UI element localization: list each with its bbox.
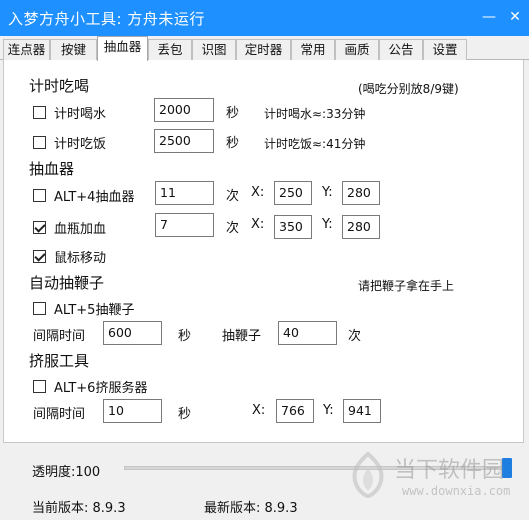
eat-seconds-input[interactable]: 2500 bbox=[154, 129, 214, 153]
eat-drink-hint: (喝吃分别放8/9键) bbox=[358, 82, 459, 96]
tab-keys[interactable]: 按键 bbox=[50, 39, 97, 60]
drink-info: 计时喝水≈:33分钟 bbox=[264, 107, 366, 121]
latest-version: 最新版本: 8.9.3 bbox=[204, 501, 298, 516]
mouse-move-checkbox[interactable]: 鼠标移动 bbox=[33, 247, 106, 266]
tab-announcement[interactable]: 公告 bbox=[379, 39, 423, 60]
bottle-count-unit: 次 bbox=[226, 221, 240, 236]
alt4-checkbox[interactable]: ALT+4抽血器 bbox=[33, 186, 134, 205]
squeeze-interval-unit: 秒 bbox=[178, 407, 192, 422]
watermark-text: 当下软件园 bbox=[394, 458, 505, 483]
alt4-y-label: Y: bbox=[322, 185, 333, 200]
minimize-icon[interactable]: — bbox=[478, 6, 500, 28]
squeeze-interval-input[interactable]: 10 bbox=[103, 399, 162, 423]
whip-interval-input[interactable]: 600 bbox=[103, 321, 162, 345]
title-bar: 入梦方舟小工具: 方舟未运行 — ✕ bbox=[0, 0, 529, 36]
alt5-label: ALT+5抽鞭子 bbox=[54, 303, 135, 318]
current-version: 当前版本: 8.9.3 bbox=[32, 501, 126, 516]
opacity-label: 透明度:100 bbox=[32, 465, 101, 480]
alt4-checkbox-box[interactable] bbox=[33, 189, 46, 202]
eat-drink-heading: 计时吃喝 bbox=[29, 77, 90, 95]
tab-timer[interactable]: 定时器 bbox=[236, 39, 291, 60]
bottle-x-label: X: bbox=[251, 217, 265, 232]
site-watermark: 当下软件园 www.downxia.com bbox=[346, 450, 526, 506]
bottle-checkbox[interactable]: 血瓶加血 bbox=[33, 218, 106, 237]
close-icon[interactable]: ✕ bbox=[504, 6, 526, 28]
whip-interval-unit: 秒 bbox=[178, 329, 192, 344]
bottle-y-label: Y: bbox=[322, 217, 333, 232]
bottle-checkbox-box[interactable] bbox=[33, 221, 46, 234]
squeeze-x-input[interactable]: 766 bbox=[276, 399, 314, 423]
bottle-y-input[interactable]: 280 bbox=[342, 215, 380, 239]
bottle-count-input[interactable]: 7 bbox=[155, 213, 214, 237]
tab-blood-drawer[interactable]: 抽血器 bbox=[97, 36, 148, 61]
whip-hint: 请把鞭子拿在手上 bbox=[358, 279, 455, 293]
drink-unit: 秒 bbox=[226, 106, 240, 121]
alt4-y-input[interactable]: 280 bbox=[342, 181, 380, 205]
tab-bar: 连点器 按键 抽血器 丢包 识图 定时器 常用 画质 公告 设置 bbox=[0, 36, 529, 61]
alt6-label: ALT+6挤服务器 bbox=[54, 381, 148, 396]
alt6-checkbox-box[interactable] bbox=[33, 380, 46, 393]
alt6-checkbox[interactable]: ALT+6挤服务器 bbox=[33, 377, 147, 396]
drink-checkbox[interactable]: 计时喝水 bbox=[33, 103, 106, 122]
alt4-count-unit: 次 bbox=[226, 189, 240, 204]
whip-count-input[interactable]: 40 bbox=[278, 321, 337, 345]
drink-label: 计时喝水 bbox=[54, 107, 107, 122]
alt5-checkbox[interactable]: ALT+5抽鞭子 bbox=[33, 299, 134, 318]
tab-graphics[interactable]: 画质 bbox=[335, 39, 379, 60]
window-title: 入梦方舟小工具: 方舟未运行 bbox=[8, 10, 205, 28]
whip-count-label: 抽鞭子 bbox=[222, 329, 262, 344]
bottle-label: 血瓶加血 bbox=[54, 222, 107, 237]
tab-image-recognition[interactable]: 识图 bbox=[192, 39, 236, 60]
eat-info: 计时吃饭≈:41分钟 bbox=[264, 137, 366, 151]
squeeze-y-input[interactable]: 941 bbox=[343, 399, 381, 423]
drink-seconds-input[interactable]: 2000 bbox=[154, 98, 214, 122]
eat-checkbox[interactable]: 计时吃饭 bbox=[33, 133, 106, 152]
eat-label: 计时吃饭 bbox=[54, 137, 107, 152]
eat-checkbox-box[interactable] bbox=[33, 136, 46, 149]
tab-settings[interactable]: 设置 bbox=[423, 39, 467, 60]
eat-unit: 秒 bbox=[226, 136, 240, 151]
drink-checkbox-box[interactable] bbox=[33, 106, 46, 119]
watermark-logo-icon bbox=[352, 451, 384, 499]
tab-common[interactable]: 常用 bbox=[291, 39, 335, 60]
tab-packet-loss[interactable]: 丢包 bbox=[148, 39, 192, 60]
squeeze-y-label: Y: bbox=[323, 403, 334, 418]
squeeze-x-label: X: bbox=[252, 403, 266, 418]
alt4-x-label: X: bbox=[251, 185, 265, 200]
squeeze-interval-label: 间隔时间 bbox=[33, 407, 86, 422]
alt5-checkbox-box[interactable] bbox=[33, 302, 46, 315]
watermark-url: www.downxia.com bbox=[402, 484, 511, 498]
alt4-count-input[interactable]: 11 bbox=[155, 181, 214, 205]
blood-heading: 抽血器 bbox=[29, 160, 75, 178]
alt4-label: ALT+4抽血器 bbox=[54, 190, 135, 205]
squeeze-heading: 挤服工具 bbox=[29, 352, 90, 370]
alt4-x-input[interactable]: 250 bbox=[274, 181, 312, 205]
mouse-move-label: 鼠标移动 bbox=[54, 251, 107, 266]
bottle-x-input[interactable]: 350 bbox=[274, 215, 312, 239]
whip-interval-label: 间隔时间 bbox=[33, 329, 86, 344]
tab-clicker[interactable]: 连点器 bbox=[3, 39, 50, 60]
mouse-move-checkbox-box[interactable] bbox=[33, 250, 46, 263]
whip-count-unit: 次 bbox=[348, 329, 362, 344]
whip-heading: 自动抽鞭子 bbox=[29, 274, 105, 292]
